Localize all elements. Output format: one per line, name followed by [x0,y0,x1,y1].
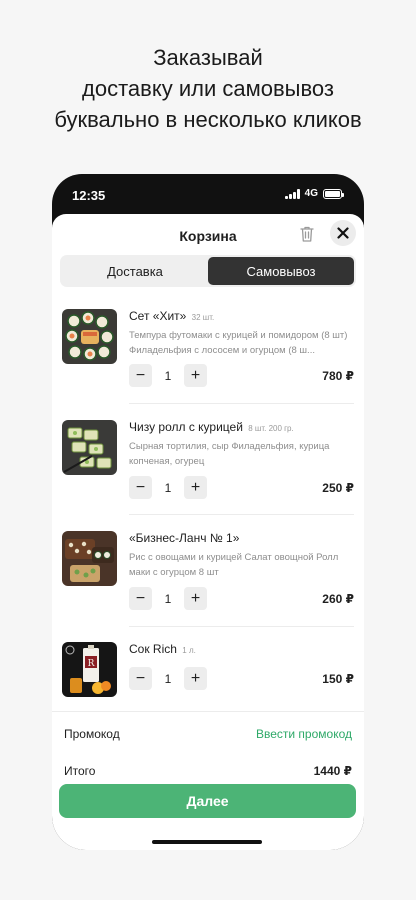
item-price: 250 ₽ [322,481,354,495]
increase-button[interactable]: + [184,476,207,499]
tab-pickup[interactable]: Самовывоз [208,257,354,285]
quantity-value: 1 [164,591,172,606]
quantity-stepper: − 1 + [129,667,207,690]
decrease-button[interactable]: − [129,587,152,610]
item-meta: 8 шт. 200 гр. [248,424,294,433]
item-image [62,309,117,364]
headline-line-1: Заказывай [153,45,263,70]
signal-icon [284,188,300,199]
status-indicators: 4G [284,188,344,199]
item-image [62,420,117,475]
item-meta: 32 шт. [191,313,215,322]
total-row: Итого 1440 ₽ [64,764,352,778]
item-name: Чизу ролл с курицей [129,420,243,434]
home-indicator [152,840,262,844]
network-label: 4G [304,188,318,199]
page-title: Корзина [179,228,237,244]
item-price: 780 ₽ [322,369,354,383]
promo-label: Промокод [64,727,120,741]
enter-promo-link[interactable]: Ввести промокод [256,727,352,741]
item-meta: 1 л. [182,646,196,655]
status-bar: 12:35 4G [52,174,364,218]
decrease-button[interactable]: − [129,364,152,387]
item-title: Сет «Хит» 32 шт. [129,309,214,323]
phone-mockup: 12:35 4G Корзина Доставка Самовывоз Сет … [52,174,364,850]
next-button[interactable]: Далее [59,784,356,818]
item-image [62,531,117,586]
quantity-value: 1 [164,368,172,383]
item-divider [129,514,354,515]
headline-line-2: доставку или самовывоз [82,76,334,101]
decrease-button[interactable]: − [129,476,152,499]
item-name: Сок Rich [129,642,177,656]
trash-icon[interactable] [299,225,315,243]
item-price: 260 ₽ [322,592,354,606]
item-title: Сок Rich 1 л. [129,642,196,656]
item-title: «Бизнес-Ланч № 1» [129,531,239,545]
item-name: «Бизнес-Ланч № 1» [129,531,240,545]
increase-button[interactable]: + [184,587,207,610]
quantity-stepper: − 1 + [129,476,207,499]
quantity-stepper: − 1 + [129,364,207,387]
promo-headline: Заказывай доставку или самовывоз букваль… [0,42,416,135]
item-divider [129,403,354,404]
delivery-mode-tabs: Доставка Самовывоз [60,255,356,287]
increase-button[interactable]: + [184,667,207,690]
section-divider [52,711,364,712]
status-time: 12:35 [72,188,106,203]
headline-line-3: буквально в несколько кликов [54,107,362,132]
item-divider [129,626,354,627]
svg-text:R: R [88,659,95,669]
quantity-value: 1 [164,671,172,686]
item-price: 150 ₽ [322,672,354,686]
item-image: R [62,642,117,697]
quantity-value: 1 [164,480,172,495]
quantity-stepper: − 1 + [129,587,207,610]
battery-icon [323,188,344,199]
cart-screen: Корзина Доставка Самовывоз Сет «Хит» 32 … [52,214,364,850]
promo-row: Промокод Ввести промокод [64,727,352,741]
item-description: Сырная тортилия, сыр Филадельфия, курица… [129,441,330,467]
total-label: Итого [64,764,96,778]
increase-button[interactable]: + [184,364,207,387]
total-value: 1440 ₽ [313,764,352,778]
sheet-header: Корзина [52,214,364,256]
close-button[interactable] [330,220,356,246]
decrease-button[interactable]: − [129,667,152,690]
item-title: Чизу ролл с курицей 8 шт. 200 гр. [129,420,294,434]
close-icon [337,227,349,239]
item-description: Рис с овощами и курицей Салат овощной Ро… [129,552,339,578]
item-name: Сет «Хит» [129,309,187,323]
tab-delivery[interactable]: Доставка [62,257,208,285]
item-description: Темпура футомаки с курицей и помидором (… [129,330,348,356]
